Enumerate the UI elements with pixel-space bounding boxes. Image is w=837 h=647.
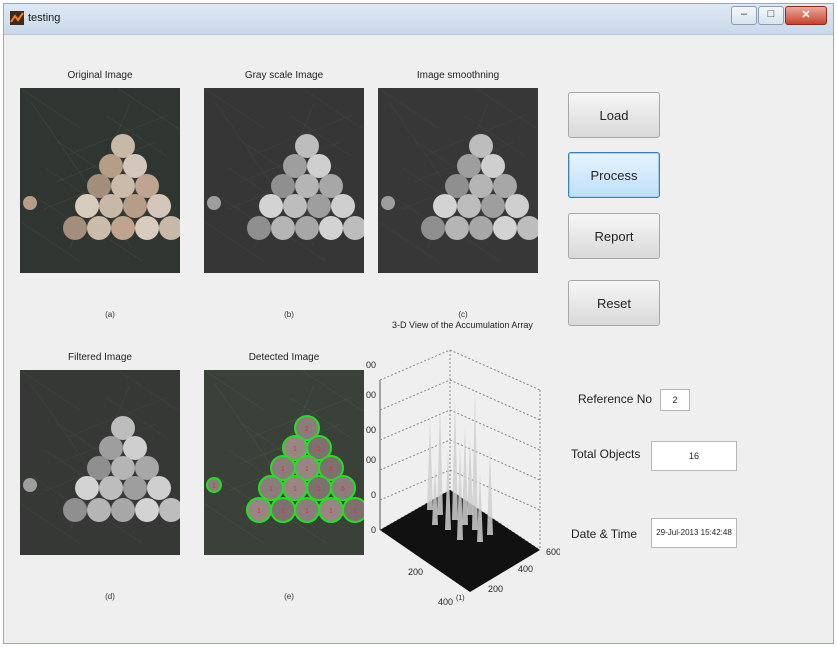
caption-a: (a) — [105, 310, 115, 319]
z-tick-label: 0 — [371, 525, 376, 535]
total-objects-label: Total Objects — [571, 447, 641, 461]
axis-marker: (1) — [456, 595, 465, 602]
accumulation-3d-plot: 0000000000200400200400600(1) — [366, 349, 560, 607]
load-button[interactable]: Load — [568, 92, 660, 138]
datetime-field[interactable]: 29-Jul-2013 15:42:48 — [651, 518, 737, 548]
detected-object-label: 1 — [269, 486, 273, 493]
minimize-button[interactable]: – — [731, 6, 757, 25]
detected-object-label: 1 — [305, 466, 309, 473]
detected-object-label: 1 — [257, 508, 261, 515]
caption-e: (e) — [284, 592, 294, 601]
filtered-image — [20, 370, 180, 555]
total-objects-field[interactable]: 16 — [651, 441, 737, 471]
close-button[interactable]: ✕ — [785, 6, 827, 25]
z-tick-label: 00 — [366, 455, 376, 465]
z-tick-label: 00 — [366, 360, 376, 370]
grayscale-image — [204, 88, 364, 273]
maximize-icon: □ — [767, 8, 775, 20]
detected-object-label: 1 — [317, 486, 321, 493]
close-icon: ✕ — [801, 9, 811, 21]
process-button[interactable]: Process — [568, 152, 660, 198]
detected-object-label: 1 — [281, 466, 285, 473]
detected-object-label: 8 — [329, 466, 333, 473]
caption-d: (d) — [105, 592, 115, 601]
panel-title-original: Original Image — [67, 70, 133, 81]
detected-object-label: 1 — [317, 446, 321, 453]
z-tick-label: 00 — [366, 425, 376, 435]
matlab-figure-icon — [10, 11, 24, 25]
panel-title-smoothing: Image smoothning — [416, 70, 500, 81]
panel-title-grayscale: Gray scale Image — [244, 70, 324, 81]
caption-c: (c) — [458, 310, 468, 319]
y-tick-label: 600 — [546, 547, 560, 557]
report-button[interactable]: Report — [568, 213, 660, 259]
maximize-button[interactable]: □ — [758, 6, 784, 25]
detected-object-label: 1 — [281, 508, 285, 515]
reference-label: Reference No — [578, 392, 653, 406]
detected-object-label: 1 — [305, 508, 309, 515]
title-bar: testing – □ ✕ — [4, 4, 833, 35]
original-image — [20, 88, 180, 273]
z-tick-label: 00 — [366, 390, 376, 400]
reset-button[interactable]: Reset — [568, 280, 660, 326]
datetime-label: Date & Time — [571, 527, 638, 541]
detected-object-label: 1 — [293, 486, 297, 493]
x-tick-label: 200 — [408, 567, 423, 577]
detected-image: 2 1 1 1 1 8 1 1 1 5 1 1 1 1 1 1 — [204, 370, 364, 555]
smoothing-image — [378, 88, 538, 273]
panel-title-filtered: Filtered Image — [68, 352, 132, 363]
x-tick-label: 400 — [438, 597, 453, 607]
detected-object-label: 1 — [353, 508, 357, 515]
panel-title-detected: Detected Image — [248, 352, 320, 363]
y-tick-label: 400 — [518, 564, 533, 574]
reference-field[interactable]: 2 — [660, 389, 690, 411]
detected-object-label: 1 — [212, 483, 216, 490]
minimize-icon: – — [740, 8, 748, 20]
detected-object-label: 5 — [341, 486, 345, 493]
detected-object-label: 1 — [293, 446, 297, 453]
z-tick-label: 0 — [371, 490, 376, 500]
detected-object-label: 2 — [305, 426, 309, 433]
caption-b: (b) — [284, 310, 294, 319]
detected-object-label: 1 — [329, 508, 333, 515]
window-title: testing — [28, 12, 61, 24]
y-tick-label: 200 — [488, 584, 503, 594]
plot-title: 3-D View of the Accumulation Array — [392, 320, 533, 330]
